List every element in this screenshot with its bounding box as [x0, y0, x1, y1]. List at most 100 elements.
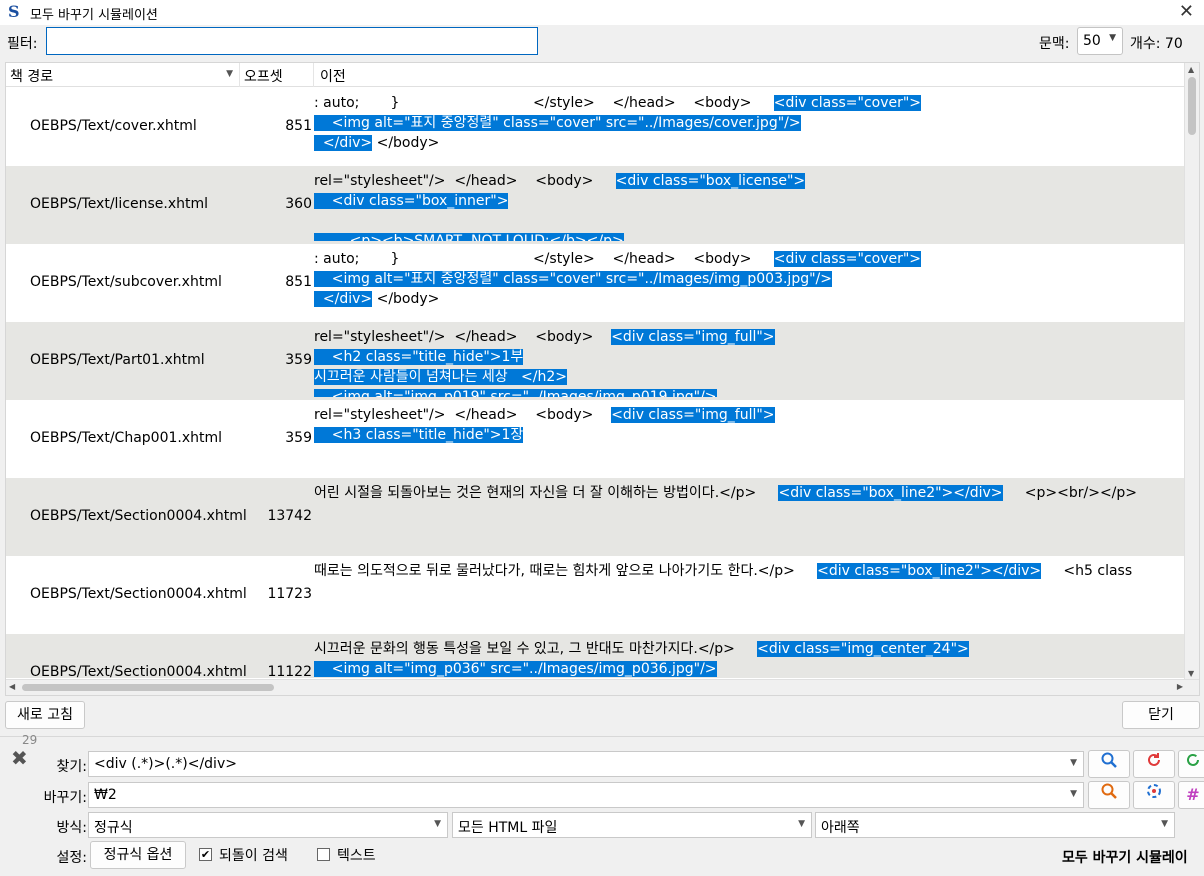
scroll-left-icon[interactable]: ◀ — [9, 682, 15, 691]
table-header: 책 경로 ▼ 오프셋 이전 — [6, 63, 1186, 87]
table-row[interactable]: OEBPS/Text/Section0004.xhtml 11122 시끄러운 문화… — [6, 634, 1186, 678]
mode-value: 정규식 — [94, 820, 133, 836]
cell-context: rel="stylesheet"/> </head> <body> <div c… — [314, 405, 1186, 475]
table-row[interactable]: OEBPS/Text/Part01.xhtml 359 rel="styleshee… — [6, 322, 1186, 400]
refresh-button[interactable]: 새로 고침 — [5, 701, 85, 729]
cell-context: 어린 시절을 되돌아보는 것은 현재의 자신을 더 잘 이해하는 방법이다.</… — [314, 483, 1186, 553]
text-only-checkbox[interactable] — [317, 848, 330, 861]
filter-input[interactable] — [46, 27, 538, 55]
match-highlight: <h3 class="title_hide">1장 — [314, 427, 524, 443]
match-highlight: </div> — [314, 291, 373, 307]
cell-offset: 360 — [285, 196, 312, 212]
close-button[interactable]: 닫기 — [1122, 701, 1200, 729]
match-highlight: <div class="cover"> — [773, 95, 922, 111]
wrap-search-label[interactable]: 되돌이 검색 — [219, 845, 288, 865]
find-input[interactable]: <div (.*)>(.*)</div> ▼ — [88, 751, 1084, 777]
regex-options-button[interactable]: 정규식 옵션 — [90, 841, 186, 869]
match-highlight: </div> — [314, 135, 373, 151]
replace-all-button[interactable] — [1133, 781, 1175, 809]
scroll-thumb[interactable] — [22, 684, 274, 691]
vertical-scrollbar[interactable]: ▲ ▼ — [1184, 63, 1199, 680]
table-row[interactable]: OEBPS/Text/cover.xhtml 851: auto; } </sty… — [6, 88, 1186, 166]
filter-label: 필터: — [7, 36, 38, 52]
results-table: 책 경로 ▼ 오프셋 이전 OEBPS/Text/cover.xhtml 851:… — [5, 62, 1200, 696]
match-highlight: <div class="img_center_24"> — [757, 641, 969, 657]
table-row[interactable]: OEBPS/Text/license.xhtml 360 rel="styleshe… — [6, 166, 1186, 244]
scroll-up-icon[interactable]: ▲ — [1188, 65, 1194, 74]
chevron-down-icon: ▼ — [434, 819, 441, 829]
context-text: </body> — [372, 135, 440, 151]
window-title: 모두 바꾸기 시뮬레이션 — [30, 8, 158, 23]
count-button[interactable]: # — [1178, 781, 1204, 809]
chevron-down-icon: ▼ — [1109, 33, 1116, 43]
column-header-book-path[interactable]: 책 경로 ▼ — [6, 63, 240, 87]
context-label: 문맥: — [1039, 36, 1070, 52]
context-line — [314, 211, 1186, 231]
column-header-offset[interactable]: 오프셋 — [240, 63, 314, 87]
direction-select[interactable]: 아래쪽 ▼ — [815, 812, 1175, 838]
replace-input[interactable]: ₩2 ▼ — [88, 782, 1084, 808]
context-line: rel="stylesheet"/> </head> <body> <div c… — [314, 405, 1186, 425]
column-header-before[interactable]: 이전 — [314, 63, 1186, 87]
cell-context: rel="stylesheet"/> </head> <body> <div c… — [314, 171, 1186, 241]
context-line: 시끄러운 문화의 행동 특성을 보일 수 있고, 그 반대도 마찬가지다.</p… — [314, 639, 1186, 659]
match-highlight: <img alt="표지 중앙정렬" class="cover" src="..… — [314, 115, 801, 131]
refresh-icon — [1148, 753, 1160, 766]
cell-offset: 359 — [285, 430, 312, 446]
find-reset-button[interactable] — [1133, 750, 1175, 778]
context-text: <h5 class — [1041, 563, 1133, 579]
match-highlight: <div class="box_line2"></div> — [778, 485, 1003, 501]
context-line: <h3 class="title_hide">1장 — [314, 425, 1186, 445]
match-highlight: <div class="box_license"> — [615, 173, 806, 189]
table-row[interactable]: OEBPS/Text/subcover.xhtml 851: auto; } </… — [6, 244, 1186, 322]
scroll-thumb[interactable] — [1188, 77, 1196, 135]
column-header-label: 오프셋 — [244, 69, 283, 85]
chevron-down-icon: ▼ — [1161, 819, 1168, 829]
chevron-down-icon[interactable]: ▼ — [1070, 789, 1077, 799]
context-line: <img alt="표지 중앙정렬" class="cover" src="..… — [314, 113, 1186, 133]
context-select[interactable]: 50 ▼ — [1077, 27, 1123, 55]
cell-offset: 11723 — [267, 586, 312, 602]
replace-value: ₩2 — [94, 787, 117, 803]
replace-search-icon — [1101, 783, 1117, 799]
sort-down-icon: ▼ — [226, 69, 233, 79]
scroll-right-icon[interactable]: ▶ — [1177, 682, 1183, 691]
replace-find-button[interactable] — [1178, 750, 1204, 778]
text-only-label[interactable]: 텍스트 — [337, 845, 376, 865]
cell-context: : auto; } </style> </head> <body> <div c… — [314, 249, 1186, 319]
wrap-search-checkbox[interactable]: ✔ — [199, 848, 212, 861]
app-root: S 모두 바꾸기 시뮬레이션 ✕ 필터: 문맥: 50 ▼ 개수: 70 책 경… — [0, 0, 1204, 876]
context-line: <div class="box_inner"> — [314, 191, 1186, 211]
find-value: <div (.*)>(.*)</div> — [94, 756, 237, 772]
scroll-down-icon[interactable]: ▼ — [1188, 669, 1194, 678]
match-highlight: <img alt="img_p036" src="../Images/img_p… — [314, 661, 717, 677]
table-row[interactable]: OEBPS/Text/Section0004.xhtml 13742 어린 시절을 … — [6, 478, 1186, 556]
cell-book-path: OEBPS/Text/Section0004.xhtml — [30, 664, 247, 678]
mode-label: 방식: — [56, 820, 87, 836]
context-text: rel="stylesheet"/> </head> <body> — [314, 407, 612, 423]
context-text: 어린 시절을 되돌아보는 것은 현재의 자신을 더 잘 이해하는 방법이다.</… — [314, 485, 779, 501]
title-bar: S 모두 바꾸기 시뮬레이션 ✕ — [0, 0, 1204, 25]
find-button[interactable] — [1088, 750, 1130, 778]
cell-book-path: OEBPS/Text/subcover.xhtml — [30, 274, 222, 290]
window-close-icon[interactable]: ✕ — [1179, 1, 1194, 23]
cell-offset: 13742 — [267, 508, 312, 524]
background-line-number: 29 — [22, 733, 38, 747]
context-text: rel="stylesheet"/> </head> <body> — [314, 329, 612, 345]
horizontal-scrollbar[interactable]: ◀ ▶ — [6, 679, 1199, 695]
match-highlight: <div class="box_inner"> — [314, 193, 509, 209]
cell-book-path: OEBPS/Text/cover.xhtml — [30, 118, 197, 134]
mode-select[interactable]: 정규식 ▼ — [88, 812, 448, 838]
replace-search-button[interactable] — [1088, 781, 1130, 809]
scope-select[interactable]: 모든 HTML 파일 ▼ — [452, 812, 812, 838]
context-text: 때로는 의도적으로 뒤로 물러났다가, 때로는 힘차게 앞으로 나아가기도 한다… — [314, 563, 818, 579]
cell-context: 시끄러운 문화의 행동 특성을 보일 수 있고, 그 반대도 마찬가지다.</p… — [314, 639, 1186, 678]
context-line: : auto; } </style> </head> <body> <div c… — [314, 249, 1186, 269]
count-label: 개수: 70 — [1130, 36, 1183, 52]
cell-book-path: OEBPS/Text/Section0004.xhtml — [30, 508, 247, 524]
table-row[interactable]: OEBPS/Text/Section0004.xhtml 11723 때로는 의도적… — [6, 556, 1186, 634]
chevron-down-icon[interactable]: ▼ — [1070, 758, 1077, 768]
match-highlight: <div class="cover"> — [773, 251, 922, 267]
table-row[interactable]: OEBPS/Text/Chap001.xhtml 359 rel="styleshe… — [6, 400, 1186, 478]
replace-all-simulation-label[interactable]: 모두 바꾸기 시뮬레이 — [1062, 847, 1188, 867]
